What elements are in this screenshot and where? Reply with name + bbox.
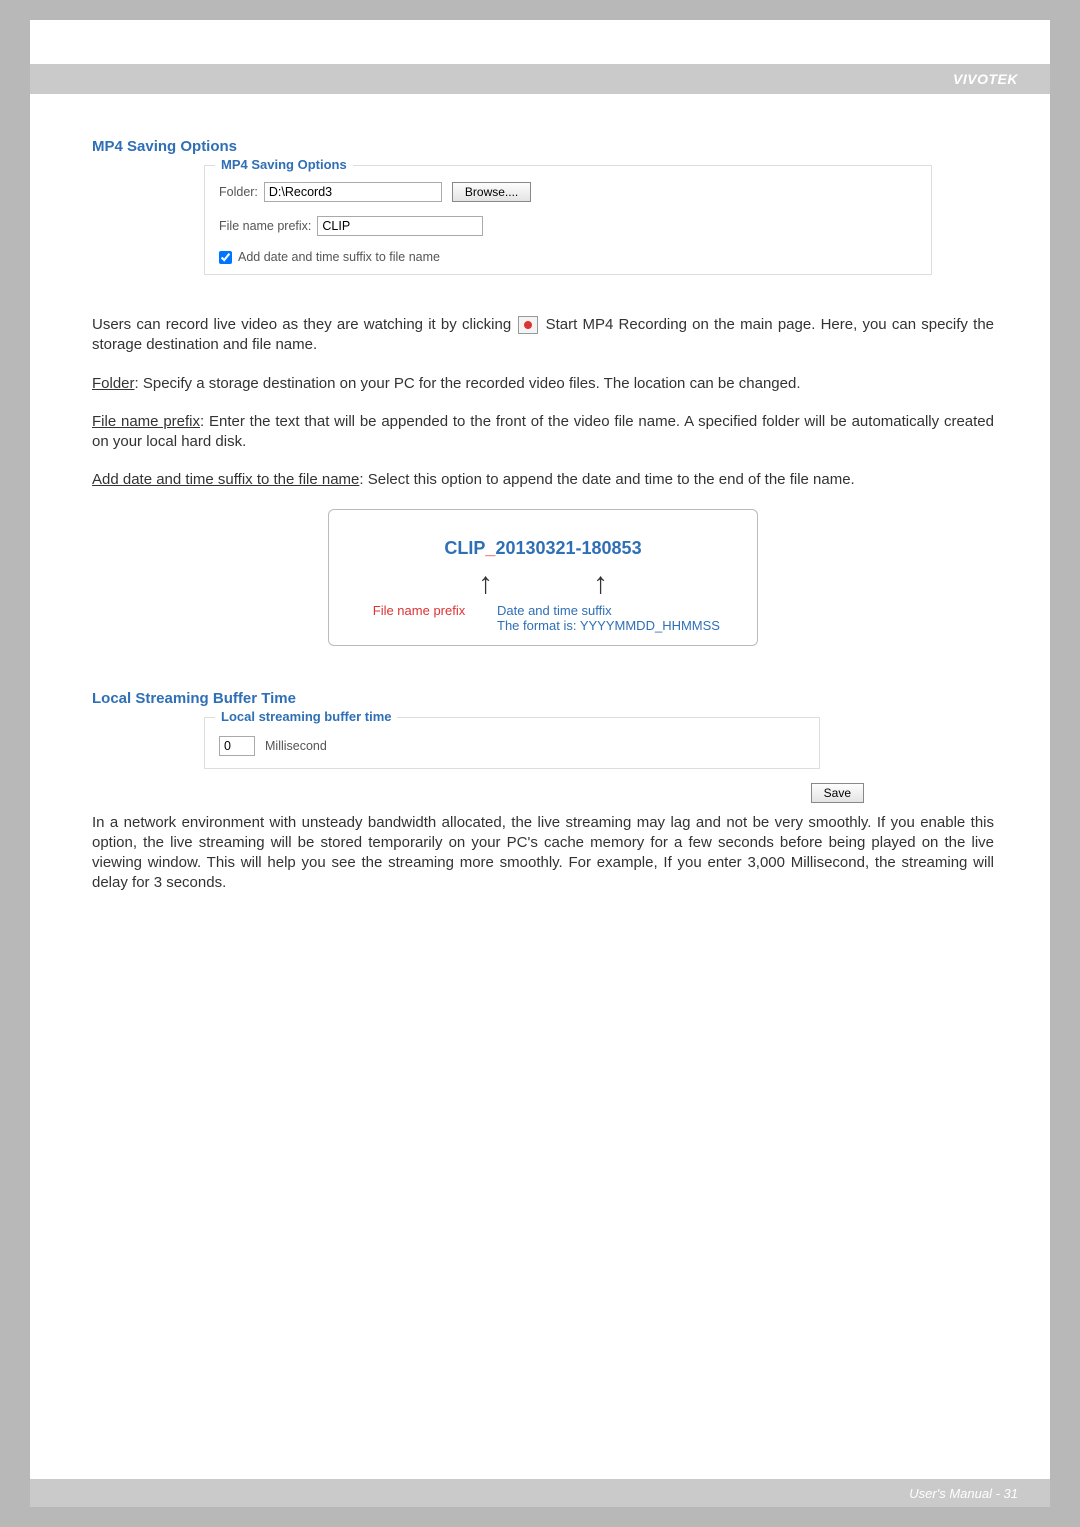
add-suffix-label: Add date and time suffix to file name (238, 250, 440, 264)
buffer-panel-legend: Local streaming buffer time (215, 709, 397, 724)
add-suffix-checkbox[interactable] (219, 251, 232, 264)
para3-text: : Enter the text that will be appended t… (92, 413, 994, 450)
buffer-unit: Millisecond (265, 739, 327, 753)
paragraph-folder: Folder: Specify a storage destination on… (92, 374, 994, 394)
browse-button[interactable]: Browse.... (452, 182, 531, 202)
prefix-row: File name prefix: (219, 216, 917, 236)
buffer-section-title: Local Streaming Buffer Time (92, 690, 994, 707)
footer-text: User's Manual - 31 (909, 1486, 1018, 1501)
para3-label: File name prefix (92, 413, 200, 430)
example-arrow-labels: File name prefix Date and time suffix Th… (339, 603, 747, 633)
paragraph-suffix: Add date and time suffix to the file nam… (92, 470, 994, 490)
arrow-suffix-line1: Date and time suffix (497, 603, 612, 618)
paragraph-buffer: In a network environment with unsteady b… (92, 813, 994, 894)
example-suffix: 20130321-180853 (495, 538, 641, 558)
para1-a: Users can record live video as they are … (92, 316, 511, 333)
filename-example-box: CLIP_20130321-180853 ↑ ↑ File name prefi… (328, 509, 758, 646)
brand-text: VIVOTEK (953, 71, 1018, 87)
save-button[interactable]: Save (811, 783, 864, 803)
prefix-label: File name prefix: (219, 219, 311, 233)
para4-label: Add date and time suffix to the file nam… (92, 471, 359, 488)
buffer-input[interactable] (219, 736, 255, 756)
arrow-suffix-line2: The format is: YYYYMMDD_HHMMSS (497, 618, 720, 633)
record-icon (518, 316, 538, 334)
mp4-options-panel: MP4 Saving Options Folder: Browse.... Fi… (204, 165, 932, 275)
arrow-suffix-label: Date and time suffix The format is: YYYY… (497, 603, 727, 633)
buffer-panel: Local streaming buffer time Millisecond (204, 717, 820, 769)
folder-row: Folder: Browse.... (219, 182, 917, 202)
para4-text: : Select this option to append the date … (359, 471, 854, 488)
folder-input[interactable] (264, 182, 442, 202)
footer-band: User's Manual - 31 (30, 1479, 1050, 1507)
record-dot-icon (524, 321, 532, 329)
example-prefix: CLIP (444, 538, 485, 558)
mp4-section-title: MP4 Saving Options (92, 138, 994, 155)
example-arrows: ↑ ↑ (339, 569, 747, 599)
suffix-row: Add date and time suffix to file name (219, 250, 917, 264)
page: VIVOTEK MP4 Saving Options MP4 Saving Op… (30, 20, 1050, 1507)
example-separator: _ (485, 538, 495, 558)
buffer-row: Millisecond (219, 736, 805, 756)
para2-label: Folder (92, 375, 135, 392)
up-arrow-icon: ↑ (478, 569, 493, 599)
mp4-panel-legend: MP4 Saving Options (215, 157, 353, 172)
up-arrow-icon: ↑ (593, 569, 608, 599)
paragraph-intro: Users can record live video as they are … (92, 315, 994, 356)
save-button-row: Save (204, 783, 864, 803)
prefix-input[interactable] (317, 216, 483, 236)
paragraph-prefix: File name prefix: Enter the text that wi… (92, 412, 994, 453)
header-band: VIVOTEK (30, 64, 1050, 94)
para2-text: : Specify a storage destination on your … (135, 375, 801, 392)
page-content: MP4 Saving Options MP4 Saving Options Fo… (92, 138, 994, 912)
folder-label: Folder: (219, 185, 258, 199)
arrow-prefix-label: File name prefix (359, 603, 479, 633)
filename-example-text: CLIP_20130321-180853 (339, 538, 747, 559)
